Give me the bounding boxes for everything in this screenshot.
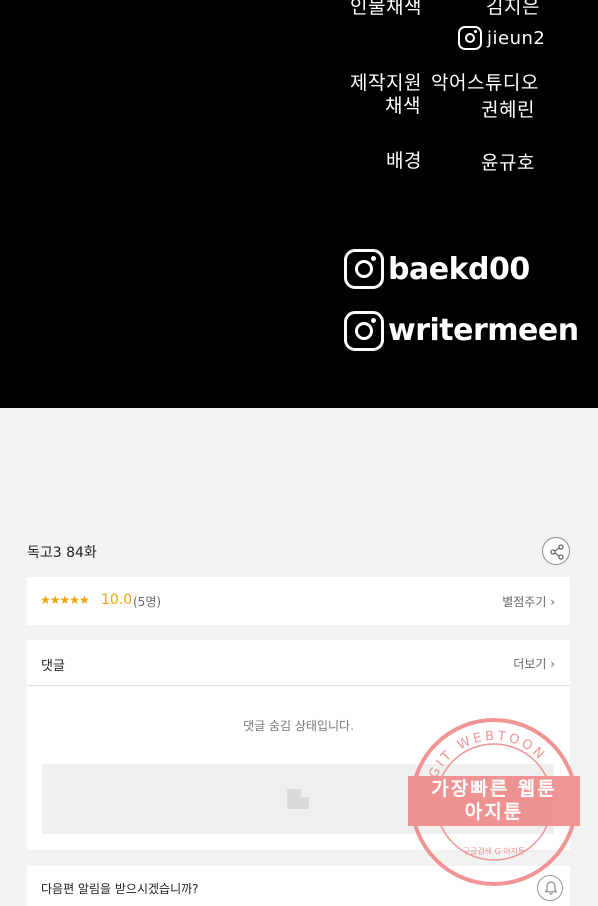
share-button[interactable] <box>542 537 570 565</box>
rating-count: (5명) <box>133 595 162 609</box>
comments-more-link[interactable]: 더보기 › <box>513 655 555 672</box>
comments-title: 댓글 <box>41 659 65 674</box>
instagram-handle-2: writermeen <box>388 313 579 348</box>
stamp-line-2: 아지툰 <box>464 801 524 823</box>
comments-header: 댓글 더보기 › <box>27 640 570 686</box>
credit-name-support: 악어스튜디오 <box>431 72 539 94</box>
rating-card: ★★★★★ 10.0 (5명) 별점주기 › <box>27 577 570 625</box>
credit-role-color: 채색 <box>385 95 421 117</box>
credit-role-background: 배경 <box>386 150 422 172</box>
share-icon <box>550 544 564 560</box>
instagram-icon <box>458 26 482 50</box>
watermark-stamp: AGIT WEBTOON 가장빠른 웹툰 아지툰 구글검색 G 아지툰 <box>408 716 580 888</box>
episode-header: 독고3 84화 <box>27 536 571 566</box>
credit-role-support: 제작지원 <box>350 72 422 94</box>
credit-role-coloring: 인물채색 <box>350 0 422 18</box>
episode-title: 독고3 84화 <box>27 545 97 561</box>
instagram-icon <box>344 311 384 351</box>
credit-name-background: 윤규호 <box>481 152 535 174</box>
notify-text: 다음편 알림을 받으시겠습니까? <box>41 882 199 896</box>
rating-stars: ★★★★★ <box>40 593 90 607</box>
instagram-handle-1: baekd00 <box>388 252 530 287</box>
instagram-icon <box>344 249 384 289</box>
credit-name-coloring: 김지은 <box>486 0 540 18</box>
stamp-line-1: 가장빠른 웹툰 <box>431 778 557 800</box>
comic-panel: 인물채색 김지은 jieun2 제작지원 악어스튜디오 채색 권혜린 배경 윤규… <box>0 0 598 408</box>
stamp-bottom-text: 구글검색 G 아지툰 <box>462 847 526 856</box>
rate-button[interactable]: 별점주기 › <box>502 593 555 610</box>
image-placeholder-icon <box>287 789 309 809</box>
rating-score: 10.0 <box>101 592 133 608</box>
credit-name-color: 권혜린 <box>481 99 535 121</box>
credit-handle-small: jieun2 <box>487 28 546 49</box>
